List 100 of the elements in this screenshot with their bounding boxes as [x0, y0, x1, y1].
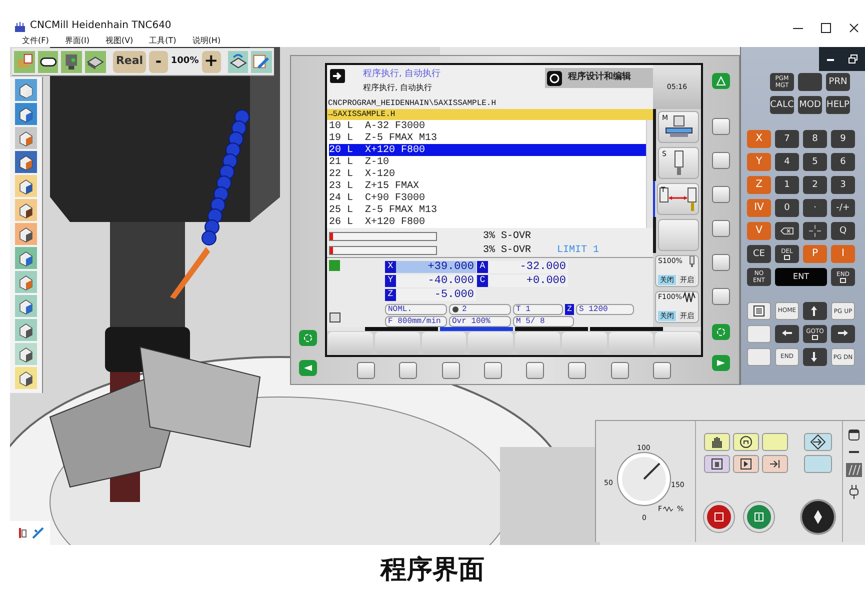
operator-button[interactable] [804, 433, 832, 451]
menu-item[interactable]: 文件(F) [22, 37, 49, 45]
keypad-key[interactable]: 4 [775, 153, 799, 171]
keypad-key[interactable]: V [747, 222, 771, 240]
keypad-key[interactable] [831, 325, 855, 343]
keypad-key[interactable]: I [831, 245, 855, 263]
keypad-key[interactable]: 5 [803, 153, 827, 171]
cycle-button[interactable] [712, 324, 730, 340]
hardware-key[interactable] [712, 288, 730, 305]
operator-button[interactable] [704, 433, 730, 451]
axis-label: A [477, 260, 488, 272]
cube-icon[interactable] [15, 79, 37, 101]
keypad-key[interactable]: MOD [798, 96, 822, 114]
keypad-key[interactable]: IV [747, 199, 771, 217]
rotary-knob[interactable] [802, 501, 834, 533]
feed-rate: F 800mm/min [385, 316, 447, 327]
keypad-key[interactable] [775, 325, 799, 343]
program-line[interactable]: 19 L Z-5 FMAX M13 [329, 132, 646, 144]
menu-item[interactable]: 工具(T) [149, 37, 176, 45]
keypad-key[interactable]: PRN [826, 73, 850, 91]
zoom-out-button[interactable]: - [149, 50, 168, 72]
menu-item[interactable]: 说明(H) [192, 37, 221, 45]
block-icon[interactable] [85, 50, 106, 72]
start-icon [752, 511, 765, 523]
program-line[interactable]: 22 L X-120 [329, 168, 646, 180]
hardware-key[interactable] [712, 220, 730, 237]
keypad-key[interactable]: Q [831, 222, 855, 240]
slot-icon[interactable] [38, 50, 58, 72]
keypad-key[interactable]: 1 [775, 176, 799, 194]
hardware-key[interactable] [442, 362, 460, 379]
keypad-key[interactable] [775, 222, 799, 240]
hardware-key[interactable] [652, 362, 671, 379]
menu-item[interactable]: 视图(V) [105, 37, 134, 45]
program-line[interactable]: 23 L Z+15 FMAX [329, 180, 646, 192]
open-file-icon[interactable] [14, 50, 35, 72]
keypad-key[interactable]: 0 [775, 199, 799, 217]
program-line[interactable]: 26 L X+120 F800 [329, 216, 646, 228]
keypad-key[interactable]: Y [747, 153, 771, 171]
keypad-key[interactable]: X [747, 130, 771, 148]
feed-override-dial[interactable] [618, 453, 670, 505]
hardware-key[interactable] [712, 254, 730, 271]
cube-icon[interactable] [15, 103, 37, 125]
keypad-key[interactable]: P [803, 245, 827, 263]
next-button[interactable] [712, 355, 730, 371]
program-line[interactable]: 10 L A-32 F3000 [329, 120, 646, 132]
edit-icon[interactable] [251, 50, 272, 72]
hardware-key[interactable] [712, 186, 730, 203]
keypad-key[interactable] [747, 302, 771, 320]
keypad-key[interactable]: HELP [826, 96, 850, 114]
tool-number: T 1 [513, 304, 563, 315]
zoom-in-button[interactable]: + [202, 50, 221, 72]
square-icon [784, 254, 790, 260]
keypad-key[interactable]: 7 [775, 130, 799, 148]
real-mode-button[interactable]: Real [112, 50, 146, 72]
stop-button[interactable] [704, 502, 734, 532]
hardware-key[interactable] [484, 362, 502, 379]
keypad-key[interactable]: CALC [770, 96, 794, 114]
keypad-key[interactable]: ENT [775, 268, 827, 286]
keypad-key[interactable] [803, 302, 827, 320]
hardware-key[interactable] [712, 118, 730, 135]
program-line[interactable]: 24 L C+90 F3000 [329, 192, 646, 204]
crosshair-icon [809, 225, 821, 237]
camera-icon[interactable] [61, 50, 82, 72]
keypad-key[interactable] [803, 348, 827, 366]
operator-button[interactable] [704, 455, 730, 473]
keypad-key[interactable]: 2 [803, 176, 827, 194]
previous-button[interactable] [299, 360, 317, 376]
hardware-key[interactable] [712, 152, 730, 169]
triangle-icon [716, 76, 726, 86]
hardware-key[interactable] [568, 362, 586, 379]
scrollbar[interactable] [646, 120, 653, 228]
keypad-key[interactable]: · [803, 199, 827, 217]
override-reading: 3% [482, 230, 495, 244]
keypad-key[interactable]: -/+ [831, 199, 855, 217]
cube-icon[interactable] [15, 151, 37, 173]
hardware-key[interactable] [357, 362, 376, 379]
operator-button[interactable] [732, 433, 759, 451]
keypad-key[interactable]: 8 [803, 130, 827, 148]
operator-button[interactable] [762, 455, 788, 473]
status-icon [329, 260, 340, 271]
hardware-key[interactable] [399, 362, 418, 379]
program-line[interactable]: 21 L Z-10 [329, 156, 646, 168]
keypad-key[interactable]: 3 [831, 176, 855, 194]
program-line[interactable]: 25 L Z-5 FMAX M13 [329, 204, 646, 216]
operator-button[interactable] [732, 455, 759, 473]
keypad-key[interactable]: 9 [831, 130, 855, 148]
keypad-key[interactable]: Z [747, 176, 771, 194]
menu-item[interactable]: 界面(I) [64, 37, 90, 45]
restore-icon[interactable] [848, 54, 858, 64]
next-button[interactable] [712, 73, 730, 89]
cycle-button[interactable] [299, 330, 317, 346]
cube-icon[interactable] [15, 127, 37, 149]
keypad-key[interactable]: CE [747, 245, 771, 263]
hardware-key[interactable] [610, 362, 629, 379]
hardware-key[interactable] [526, 362, 544, 379]
tool-axis-label: Z [565, 304, 574, 315]
maximize-icon[interactable] [821, 23, 831, 33]
keypad-key[interactable]: 6 [831, 153, 855, 171]
close-icon[interactable] [849, 23, 859, 33]
start-button[interactable] [744, 502, 774, 532]
